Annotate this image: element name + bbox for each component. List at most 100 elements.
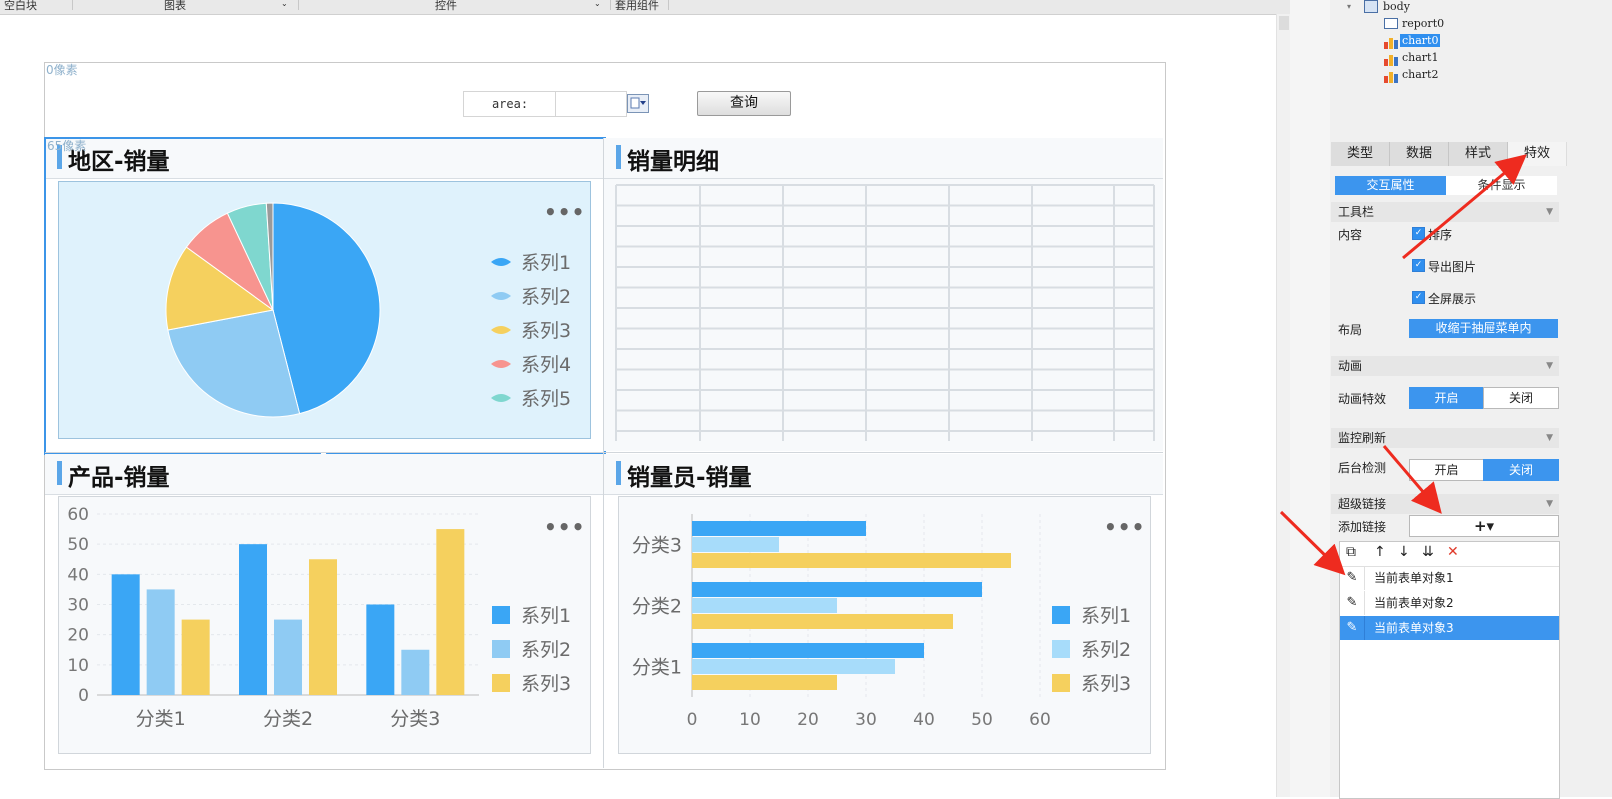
- tab-type[interactable]: 类型: [1331, 142, 1390, 166]
- move-up-icon[interactable]: ↑: [1374, 544, 1386, 560]
- tree-node-report0[interactable]: report0: [1402, 17, 1444, 30]
- legend-marker: [1052, 606, 1070, 624]
- more-options-icon[interactable]: •••: [1104, 515, 1145, 539]
- bar: [692, 643, 924, 658]
- edit-pencil-icon[interactable]: ✎: [1340, 616, 1365, 640]
- more-options-icon[interactable]: •••: [544, 515, 585, 539]
- hyperlink-row[interactable]: ✎ 当前表单对象1: [1340, 566, 1559, 590]
- salesman-chart-area[interactable]: 0 10 20 30 40 50 60 分类1 分类2 分类3 系列1 系列2 系列3 •••: [618, 496, 1151, 754]
- content-label: 内容: [1338, 228, 1363, 242]
- section-monitor-refresh[interactable]: 监控刷新 ▼: [1331, 428, 1559, 448]
- layout-dropdown[interactable]: 收缩于抽屉菜单内: [1409, 319, 1558, 338]
- export-image-checkbox[interactable]: ✓: [1412, 259, 1425, 272]
- dropdown-picker-icon[interactable]: [627, 94, 649, 113]
- legend-marker: [492, 640, 510, 658]
- x-tick-label: 分类3: [390, 708, 440, 730]
- detail-panel-header: 销量明细: [604, 138, 1163, 179]
- chevron-down-icon[interactable]: ⌄: [594, 0, 601, 8]
- anim-on-toggle[interactable]: 开启: [1409, 387, 1484, 409]
- more-options-icon[interactable]: •••: [544, 200, 585, 224]
- x-tick-label: 0: [687, 710, 698, 730]
- toolbar-template[interactable]: 套用组件: [615, 0, 659, 13]
- pixel-marker: 0像素: [46, 63, 78, 77]
- add-link-button[interactable]: +▾: [1409, 515, 1559, 537]
- detail-table-area[interactable]: [604, 179, 1163, 451]
- hyperlink-row[interactable]: ✎ 当前表单对象3: [1340, 616, 1559, 640]
- legend-label: 系列5: [521, 388, 571, 410]
- bar: [692, 659, 895, 674]
- chevron-down-icon[interactable]: ▼: [1539, 428, 1553, 448]
- tree-node-chart0[interactable]: chart0: [1400, 34, 1441, 47]
- x-tick-label: 30: [855, 710, 877, 730]
- tree-node-body[interactable]: body: [1383, 0, 1410, 13]
- product-bar-chart[interactable]: 0 10 20 30 40 50 60 分类1 分类2 分类3 系列1 系列2 系列3: [59, 497, 590, 753]
- edit-pencil-icon[interactable]: ✎: [1340, 591, 1365, 615]
- layout-label: 布局: [1338, 323, 1363, 337]
- edit-pencil-icon[interactable]: ✎: [1340, 566, 1365, 590]
- canvas-scrollbar[interactable]: [1276, 14, 1291, 797]
- tab-condition-display[interactable]: 条件显示: [1446, 176, 1557, 195]
- bar: [692, 675, 837, 690]
- hyperlink-list: ⧉ ↑ ↓ ⇊ ✕ ✎ 当前表单对象1 ✎ 当前表单对象2 ✎ 当前表单对象3: [1339, 541, 1560, 799]
- fullscreen-checkbox[interactable]: ✓: [1412, 291, 1425, 304]
- tab-interaction[interactable]: 交互属性: [1335, 176, 1446, 195]
- move-down-icon[interactable]: ↓: [1398, 544, 1410, 560]
- salesman-panel-title: 销量员-销量: [627, 465, 752, 491]
- legend-label: 系列3: [1081, 673, 1131, 695]
- copy-icon[interactable]: ⧉: [1346, 544, 1356, 560]
- chevron-down-icon[interactable]: ▼: [1539, 494, 1553, 514]
- x-tick-label: 分类1: [136, 708, 186, 730]
- toolbar-blank-block[interactable]: 空白块: [4, 0, 37, 13]
- query-button[interactable]: 查询: [697, 91, 791, 116]
- bg-check-label: 后台检测: [1338, 461, 1387, 475]
- tab-effects[interactable]: 特效: [1508, 142, 1566, 166]
- y-tick-label: 分类2: [632, 596, 682, 618]
- body-node-icon: [1364, 0, 1378, 13]
- pie-chart[interactable]: 系列1 系列2 系列3 系列4 系列5: [59, 182, 590, 438]
- toolbar-divider: [668, 0, 669, 10]
- monitor-off-toggle[interactable]: 关闭: [1483, 459, 1559, 481]
- x-tick-label: 分类2: [263, 708, 313, 730]
- legend-label: 系列3: [521, 673, 571, 695]
- product-chart-area[interactable]: 0 10 20 30 40 50 60 分类1 分类2 分类3 系列1 系列2 系列3 •••: [58, 496, 591, 754]
- legend-marker: [491, 360, 511, 368]
- tree-node-chart2[interactable]: chart2: [1402, 68, 1438, 81]
- scrollbar-thumb[interactable]: [1279, 16, 1289, 30]
- chevron-down-icon[interactable]: ▼: [1539, 356, 1553, 376]
- monitor-on-toggle[interactable]: 开启: [1409, 459, 1484, 481]
- delete-icon[interactable]: ✕: [1447, 544, 1459, 560]
- salesman-bar-chart[interactable]: 0 10 20 30 40 50 60 分类1 分类2 分类3 系列1 系列2 系列3: [619, 497, 1150, 753]
- chart-node-icon: [1384, 34, 1398, 49]
- bar: [692, 598, 837, 613]
- y-tick-label: 30: [67, 596, 89, 616]
- tree-collapse-icon[interactable]: ▾: [1347, 2, 1351, 11]
- anim-off-toggle[interactable]: 关闭: [1483, 387, 1559, 409]
- tree-node-chart1[interactable]: chart1: [1402, 51, 1438, 64]
- section-hyperlink[interactable]: 超级链接 ▼: [1331, 494, 1559, 514]
- sort-checkbox[interactable]: ✓: [1412, 227, 1425, 240]
- pie-chart-area[interactable]: 系列1 系列2 系列3 系列4 系列5 •••: [58, 181, 591, 439]
- tab-data[interactable]: 数据: [1390, 142, 1449, 166]
- y-tick-label: 分类3: [632, 535, 682, 557]
- toolbar-chart[interactable]: 图表: [164, 0, 186, 13]
- area-param-input[interactable]: [555, 91, 627, 117]
- legend-marker: [1052, 640, 1070, 658]
- section-animation[interactable]: 动画 ▼: [1331, 356, 1559, 376]
- section-monitor-title: 监控刷新: [1338, 431, 1387, 445]
- chevron-down-icon[interactable]: ▼: [1539, 202, 1553, 222]
- bar: [239, 544, 267, 695]
- tab-style[interactable]: 样式: [1449, 142, 1508, 166]
- section-toolbar[interactable]: 工具栏 ▼: [1331, 202, 1559, 222]
- product-panel-header: 产品-销量: [45, 454, 603, 495]
- hyperlink-row[interactable]: ✎ 当前表单对象2: [1340, 591, 1559, 615]
- toolbar-widget[interactable]: 控件: [435, 0, 457, 13]
- sort-checkbox-label: 排序: [1428, 228, 1453, 242]
- bar: [274, 619, 302, 695]
- panel-gutter: [1290, 0, 1330, 797]
- panel-divider: [45, 452, 1163, 453]
- bar: [366, 604, 395, 695]
- x-tick-label: 20: [797, 710, 819, 730]
- bar: [436, 529, 465, 695]
- sort-order-icon[interactable]: ⇊: [1422, 544, 1434, 560]
- chevron-down-icon[interactable]: ⌄: [281, 0, 288, 8]
